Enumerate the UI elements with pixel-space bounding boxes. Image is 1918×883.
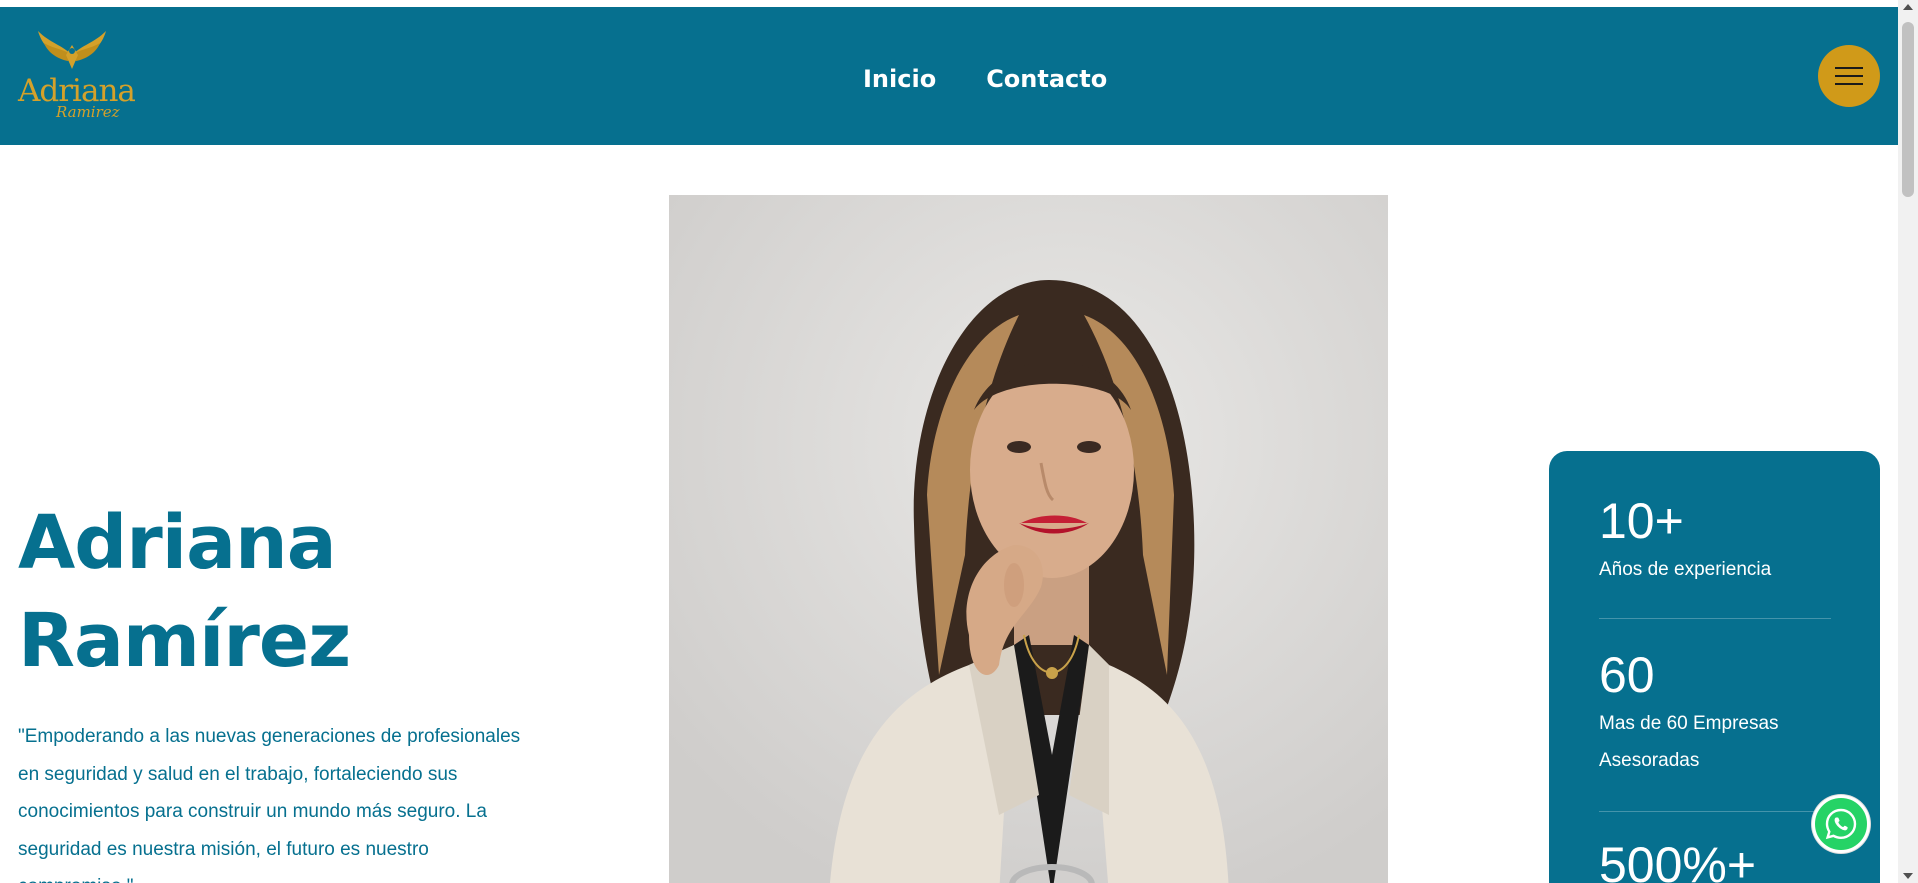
page: Adriana Ramirez Inicio Contacto Adriana … (0, 0, 1918, 883)
stat-number: 60 (1599, 647, 1655, 703)
main-nav: Inicio Contacto (863, 65, 1107, 93)
site-logo[interactable]: Adriana Ramirez (18, 25, 136, 129)
hero-title-last: Ramírez (18, 598, 351, 684)
stat-number: 10+ (1599, 493, 1684, 549)
scroll-up-icon[interactable] (1903, 4, 1913, 10)
stat-divider (1599, 618, 1831, 619)
hero-title: Adriana Ramírez (18, 494, 351, 690)
logo-script: Ramirez (56, 103, 120, 121)
whatsapp-icon (1825, 808, 1857, 840)
scroll-thumb[interactable] (1902, 22, 1914, 197)
stat-label: Mas de 60 Empresas Asesoradas (1599, 713, 1779, 771)
whatsapp-button[interactable] (1812, 795, 1870, 853)
stat-number: 500%+ (1599, 837, 1757, 883)
stat-companies: 60 Mas de 60 Empresas Asesoradas (1599, 647, 1831, 779)
site-header: Adriana Ramirez Inicio Contacto (0, 7, 1898, 145)
hero-quote: "Empoderando a las nuevas generaciones d… (18, 726, 521, 883)
portrait-photo (669, 195, 1388, 883)
top-strip (0, 0, 1898, 7)
nav-link-inicio[interactable]: Inicio (863, 65, 936, 93)
hamburger-menu-icon-bar (1835, 75, 1863, 77)
stat-growth: 500%+ (1599, 837, 1831, 883)
winged-crest-logo-icon (38, 31, 106, 69)
page-scrollbar[interactable] (1898, 0, 1918, 883)
stat-divider (1599, 811, 1831, 812)
hamburger-menu-icon-bar (1835, 83, 1863, 85)
portrait-illustration (669, 195, 1388, 883)
hamburger-menu-icon (1835, 67, 1863, 69)
scroll-down-icon[interactable] (1903, 873, 1913, 879)
hero-title-first: Adriana (18, 500, 337, 586)
hamburger-menu-button[interactable] (1818, 45, 1880, 107)
stat-label: Años de experiencia (1599, 559, 1772, 580)
nav-link-contacto[interactable]: Contacto (986, 65, 1107, 93)
stat-experience: 10+ Años de experiencia (1599, 493, 1831, 588)
